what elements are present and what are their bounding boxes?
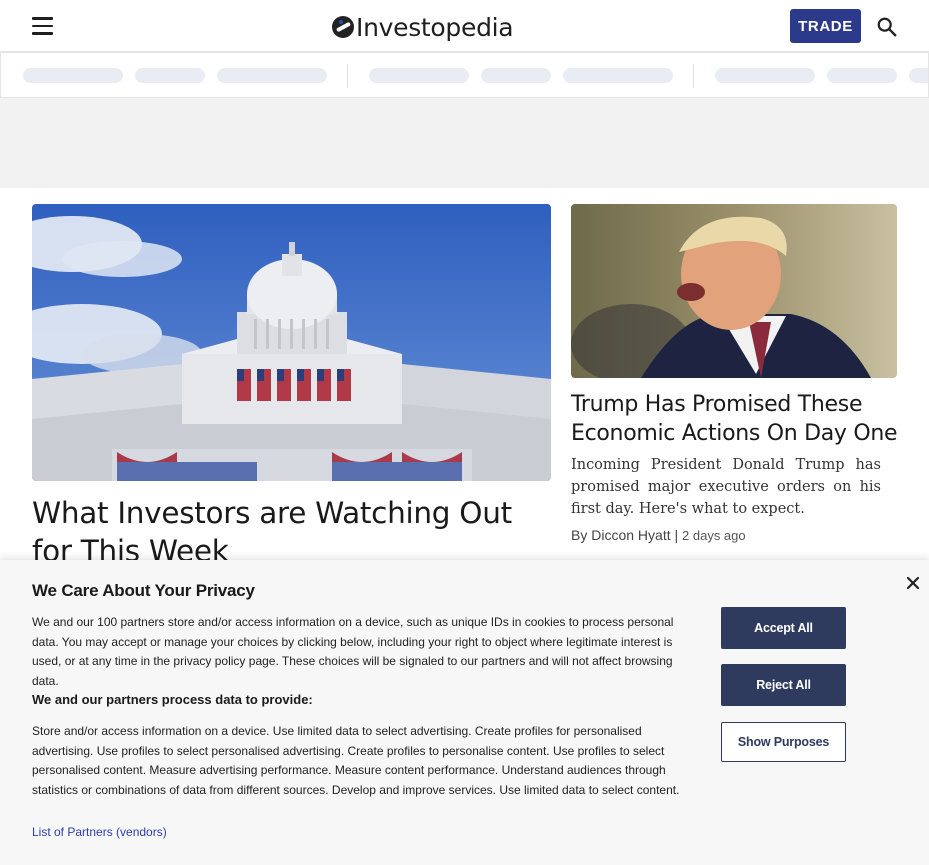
skeleton-pill bbox=[827, 68, 897, 83]
reject-all-button[interactable]: Reject All bbox=[721, 664, 846, 706]
side-article-description: Incoming President Donald Trump has prom… bbox=[571, 457, 881, 517]
logo-mark-icon bbox=[332, 16, 354, 38]
privacy-consent-dialog: We Care About Your Privacy We and our 10… bbox=[0, 560, 929, 865]
skeleton-pill bbox=[23, 68, 123, 83]
show-purposes-button[interactable]: Show Purposes bbox=[721, 722, 846, 762]
side-article-image[interactable] bbox=[571, 204, 897, 378]
trade-button[interactable]: TRADE bbox=[790, 9, 861, 43]
skeleton-divider bbox=[347, 64, 348, 88]
skeleton-pill bbox=[715, 68, 815, 83]
privacy-body-text: We and our 100 partners store and/or acc… bbox=[32, 615, 674, 688]
side-article-byline: By Diccon Hyatt | 2 days ago bbox=[571, 527, 746, 543]
skeleton-pill bbox=[563, 68, 673, 83]
article-date: 2 days ago bbox=[682, 528, 746, 543]
skeleton-pill bbox=[369, 68, 469, 83]
featured-article-image[interactable] bbox=[32, 204, 551, 481]
featured-article-title[interactable]: What Investors are Watching Out for This… bbox=[32, 494, 551, 570]
skeleton-pill bbox=[135, 68, 205, 83]
skeleton-divider bbox=[693, 64, 694, 88]
search-icon[interactable] bbox=[876, 16, 898, 38]
ad-placeholder bbox=[0, 98, 929, 188]
byline-separator: | bbox=[674, 527, 679, 543]
site-header: Investopedia TRADE bbox=[0, 0, 929, 52]
logo-text: Investopedia bbox=[356, 12, 514, 42]
accept-all-button[interactable]: Accept All bbox=[721, 607, 846, 649]
byline-prefix: By bbox=[571, 527, 588, 543]
close-icon[interactable] bbox=[905, 575, 921, 591]
side-article-title[interactable]: Trump Has Promised These Economic Action… bbox=[571, 390, 901, 448]
author-link[interactable]: Diccon Hyatt bbox=[591, 527, 670, 543]
hamburger-icon[interactable] bbox=[32, 17, 53, 35]
privacy-subtitle: We and our partners process data to prov… bbox=[32, 692, 313, 707]
skeleton-pill bbox=[217, 68, 327, 83]
partners-list-link[interactable]: List of Partners (vendors) bbox=[32, 825, 167, 839]
nav-skeleton-bar bbox=[0, 52, 929, 98]
skeleton-pill bbox=[481, 68, 551, 83]
skeleton-pill bbox=[909, 68, 928, 83]
site-logo[interactable]: Investopedia bbox=[332, 12, 514, 42]
privacy-title: We Care About Your Privacy bbox=[32, 581, 255, 600]
privacy-purposes-text: Store and/or access information on a dev… bbox=[32, 724, 680, 797]
